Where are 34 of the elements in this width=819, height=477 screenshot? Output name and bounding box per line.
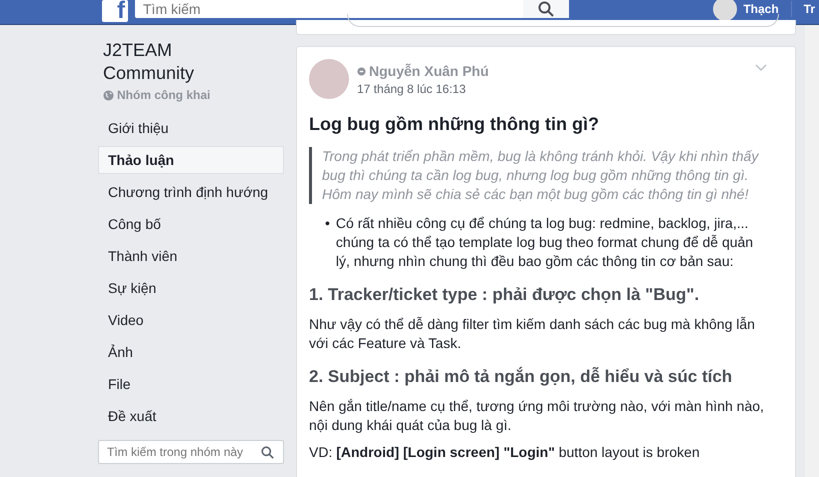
sidebar-item[interactable]: File [98,370,284,398]
user-name[interactable]: Thạch [743,2,779,16]
search-button[interactable] [523,0,569,18]
sidebar-item[interactable]: Đề xuất [98,402,284,430]
globe-icon [103,90,114,100]
group-search-field[interactable]: Tìm kiếm trong nhóm này [98,440,284,464]
quote-text: Trong phát triển phần mềm, bug là không tránh khỏi. Vậy khi nhìn thấy bug thì chúng ta cần log bug, nhưng log bug gồm những thông tin gì. Hôm nay mình sẽ chia sẻ các bạn một bug gồm các thông tin gì nhé! [309,147,767,204]
post-time[interactable]: 17 tháng 8 lúc 16:13 [357,82,747,96]
group-name[interactable]: J2TEAM Community [98,39,223,85]
avatar[interactable] [713,0,738,21]
facebook-logo[interactable]: f [102,0,128,22]
section-heading: 2. Subject : phải mô tả ngắn gọn, dễ hiểu và súc tích [309,367,734,387]
section-heading: 1. Tracker/ticket type : phải được chọn là "Bug". [309,285,700,305]
paragraph: Như vậy có thể dễ dàng filter tìm kiếm danh sách các bug mà không lẫn với các Feature và Task. [309,315,756,353]
sidebar-item[interactable]: Ảnh [98,338,284,366]
bullet-item: Có rất nhiều công cụ để chúng ta log bug: redmine, backlog, jira,... chúng ta có thể tạo template log bug theo format chung để dễ quản lý, nhưng nhìn chung thì đều bao gồm các thông tin cơ bản sau: [336,214,754,271]
paragraph: VD: [Android] [Login screen] "Login" button layout is broken [309,443,701,462]
bullet-marker: • [325,214,330,233]
sidebar-item[interactable]: Video [98,306,284,334]
sidebar-item[interactable]: Sự kiện [98,274,284,302]
privacy-label: Nhóm công khai [117,88,210,102]
sidebar-item[interactable]: Thảo luận [98,146,284,174]
post-title: Log bug gồm những thông tin gì? [309,113,600,135]
search-icon [538,1,554,17]
nav-link[interactable]: Tr [804,2,815,16]
sidebar-item[interactable]: Thành viên [98,242,284,270]
status-icon [357,66,366,76]
sidebar-item[interactable]: Công bố [98,210,284,238]
search-icon [261,446,274,459]
paragraph: Nên gắn title/name cụ thể, tương ứng môi trường nào, với màn hình nào, nội dung khái quát của bug là gì. [309,397,765,435]
search-field[interactable]: Tìm kiếm [135,0,523,18]
scrollbar-track[interactable] [805,25,819,477]
sidebar-item[interactable]: Giới thiệu [98,114,284,142]
sidebar-item[interactable]: Chương trình định hướng [98,178,284,206]
